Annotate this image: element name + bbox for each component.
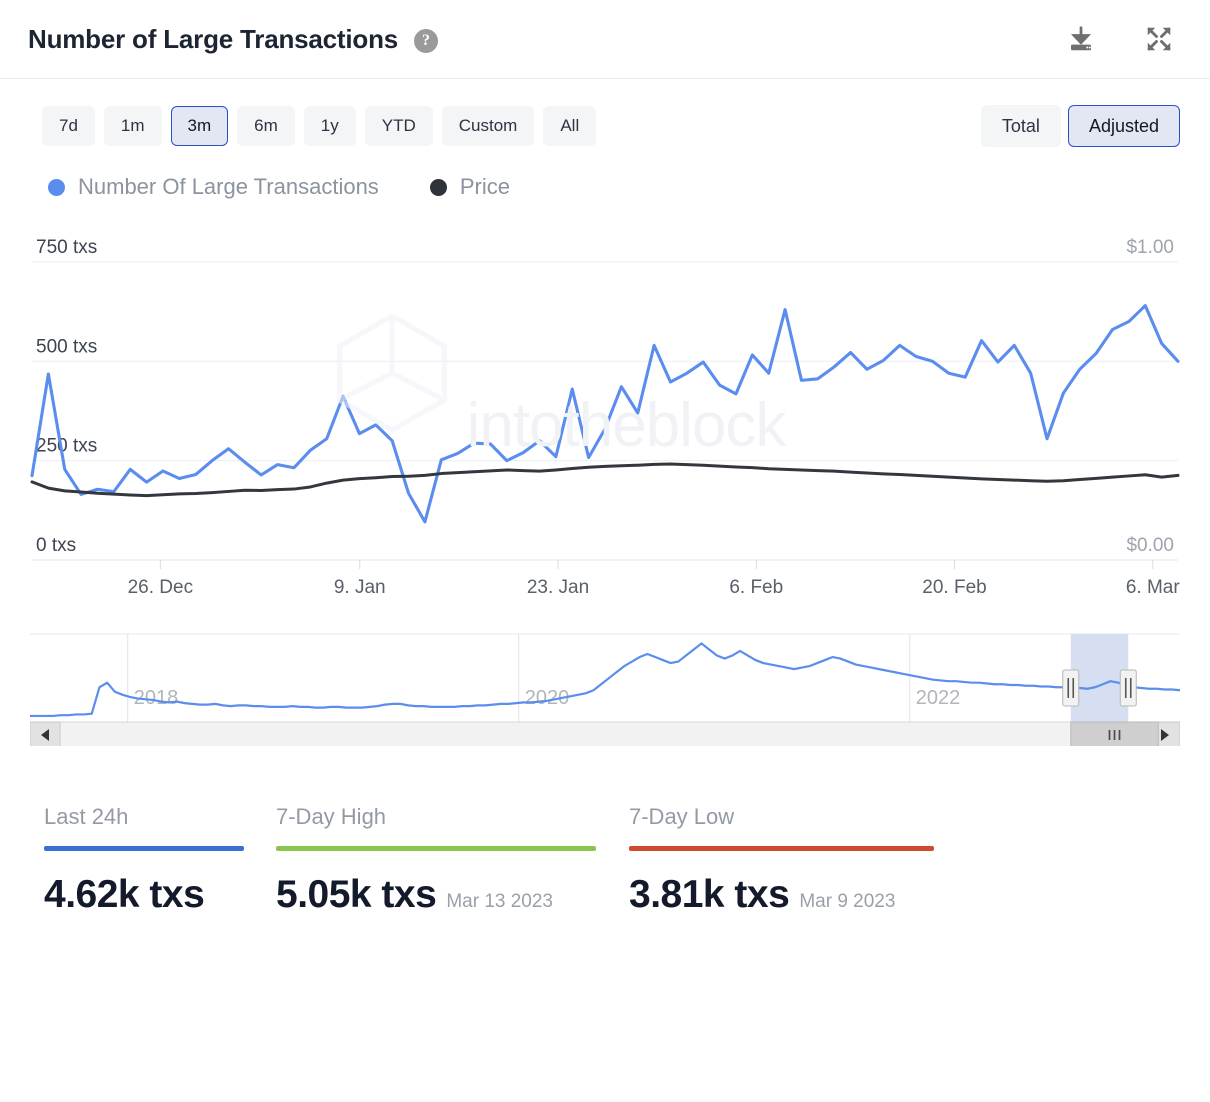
range-button-ytd[interactable]: YTD — [365, 106, 433, 146]
svg-text:$0.00: $0.00 — [1126, 535, 1174, 556]
chart-navigator[interactable]: 201820202022 — [30, 626, 1180, 746]
stat-value: 3.81k txs — [629, 873, 789, 917]
range-button-custom[interactable]: Custom — [442, 106, 535, 146]
stat-value-row: 4.62k txs — [44, 873, 276, 917]
stat-value: 4.62k txs — [44, 873, 204, 917]
stat-label: 7-Day Low — [629, 804, 982, 830]
stat-7day-low: 7-Day Low 3.81k txs Mar 9 2023 — [629, 804, 982, 917]
svg-text:6. Mar: 6. Mar — [1126, 577, 1181, 598]
svg-text:23. Jan: 23. Jan — [527, 577, 589, 598]
svg-text:2022: 2022 — [916, 687, 961, 709]
fullscreen-button[interactable] — [1138, 18, 1180, 60]
panel-header: Number of Large Transactions ? — [0, 0, 1210, 79]
stats-row: Last 24h 4.62k txs 7-Day High 5.05k txs … — [0, 746, 1210, 917]
legend-item-transactions[interactable]: Number Of Large Transactions — [48, 174, 379, 200]
stat-7day-high: 7-Day High 5.05k txs Mar 13 2023 — [276, 804, 629, 917]
svg-text:500 txs: 500 txs — [36, 336, 97, 357]
chart-controls: 7d 1m 3m 6m 1y YTD Custom All Total Adju… — [0, 79, 1210, 147]
mode-button-adjusted[interactable]: Adjusted — [1068, 105, 1180, 147]
svg-text:20. Feb: 20. Feb — [922, 577, 986, 598]
page-title: Number of Large Transactions — [28, 24, 398, 55]
stat-underline — [44, 846, 244, 851]
stat-date: Mar 9 2023 — [799, 891, 895, 913]
stat-underline — [629, 846, 934, 851]
legend-label-transactions: Number Of Large Transactions — [78, 174, 379, 200]
chart-legend: Number Of Large Transactions Price — [0, 147, 1210, 200]
stat-date: Mar 13 2023 — [446, 891, 553, 913]
stat-label: 7-Day High — [276, 804, 629, 830]
stat-value-row: 5.05k txs Mar 13 2023 — [276, 873, 629, 917]
svg-text:250 txs: 250 txs — [36, 436, 97, 457]
range-button-6m[interactable]: 6m — [237, 106, 295, 146]
svg-text:0 txs: 0 txs — [36, 535, 76, 556]
svg-text:9. Jan: 9. Jan — [334, 577, 386, 598]
legend-label-price: Price — [460, 174, 510, 200]
range-button-all[interactable]: All — [543, 106, 596, 146]
svg-text:6. Feb: 6. Feb — [729, 577, 783, 598]
legend-item-price[interactable]: Price — [430, 174, 510, 200]
chart-area[interactable]: intotheblock 0 txs250 txs500 txs750 txs$… — [0, 230, 1210, 620]
legend-dot-transactions — [48, 179, 65, 196]
stat-value-row: 3.81k txs Mar 9 2023 — [629, 873, 982, 917]
stat-last-24h: Last 24h 4.62k txs — [44, 804, 276, 917]
range-button-1m[interactable]: 1m — [104, 106, 162, 146]
time-range-group: 7d 1m 3m 6m 1y YTD Custom All — [42, 106, 596, 146]
mode-button-total[interactable]: Total — [981, 105, 1061, 147]
help-icon[interactable]: ? — [414, 29, 438, 53]
range-button-7d[interactable]: 7d — [42, 106, 95, 146]
download-button[interactable] — [1060, 18, 1102, 60]
download-icon — [1066, 24, 1096, 54]
svg-text:$1.00: $1.00 — [1126, 237, 1174, 258]
main-chart-svg[interactable]: 0 txs 250 txs 500 txs 750 txs $1.00 $0.00 26. … — [0, 230, 1210, 620]
stat-label: Last 24h — [44, 804, 276, 830]
range-button-1y[interactable]: 1y — [304, 106, 356, 146]
range-button-3m[interactable]: 3m — [171, 106, 229, 146]
legend-dot-price — [430, 179, 447, 196]
svg-text:750 txs: 750 txs — [36, 237, 97, 258]
stat-underline — [276, 846, 596, 851]
navigator-svg[interactable]: 201820202022 — [30, 626, 1180, 746]
svg-text:26. Dec: 26. Dec — [128, 577, 193, 598]
mode-toggle-group: Total Adjusted — [981, 105, 1180, 147]
expand-icon — [1144, 24, 1174, 54]
stat-value: 5.05k txs — [276, 873, 436, 917]
